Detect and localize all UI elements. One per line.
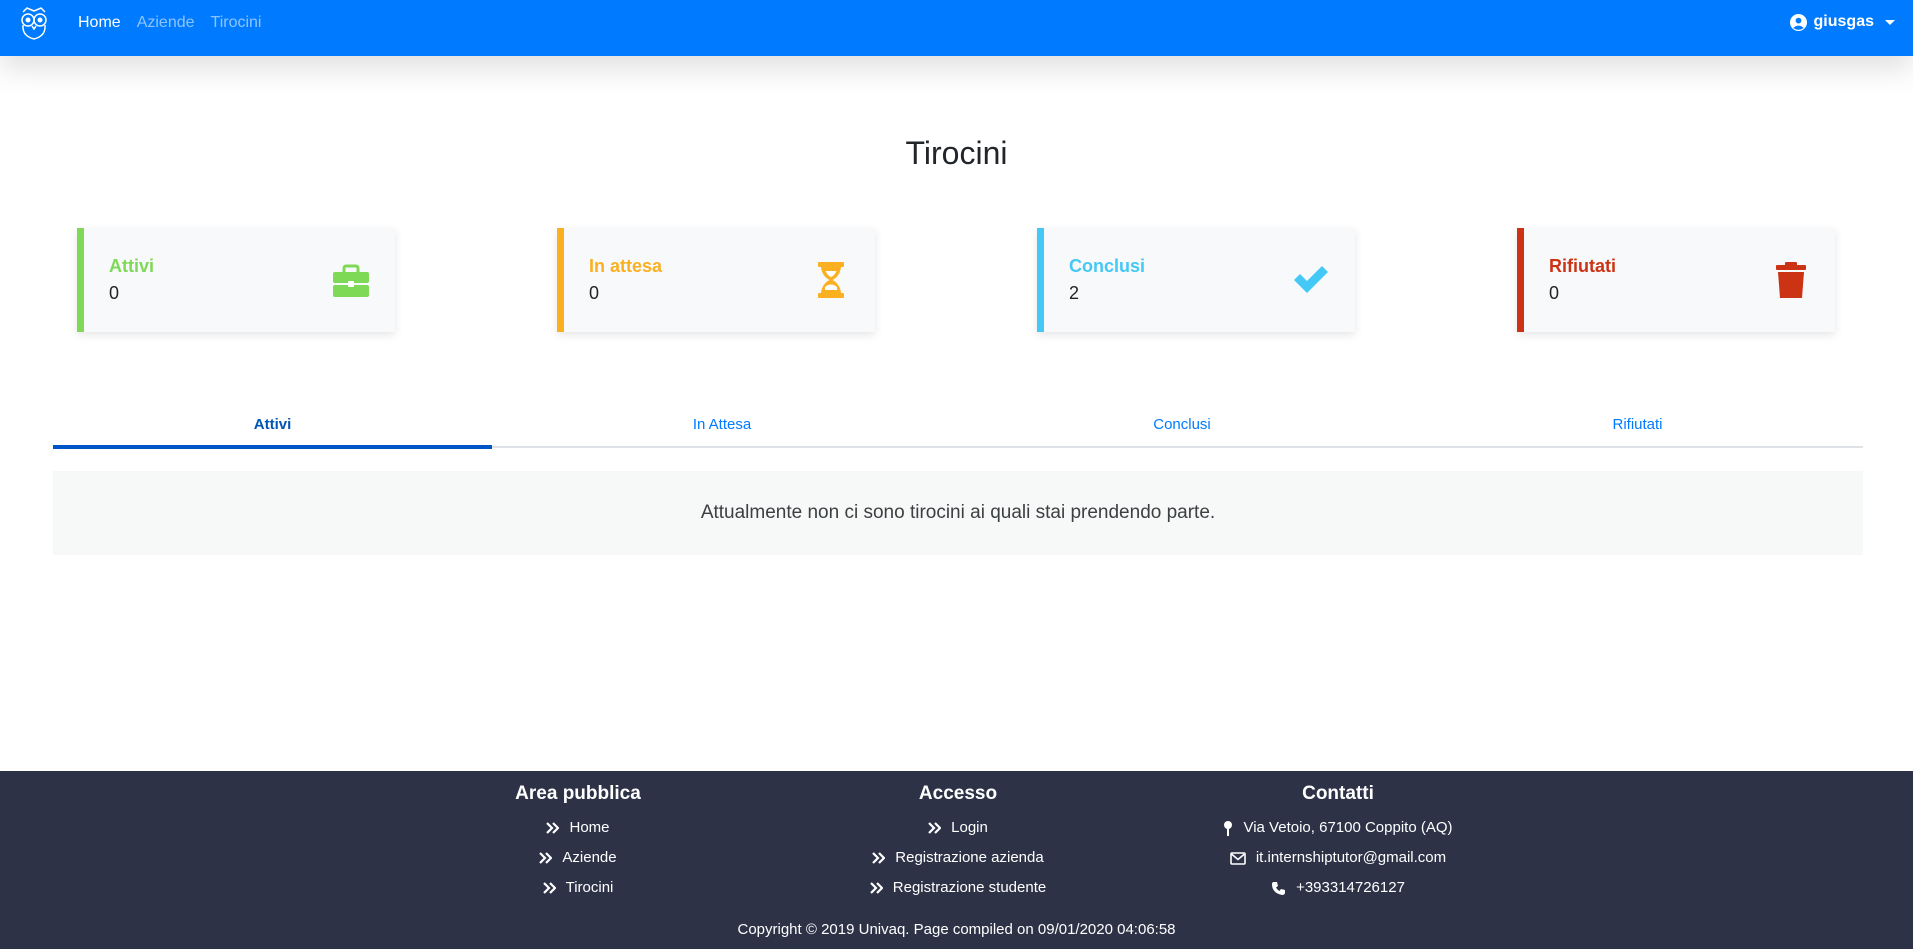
footer-address-text: Via Vetoio, 67100 Coppito (AQ) (1243, 819, 1453, 836)
footer: Area pubblica Home Aziende Tirocini Acce… (0, 771, 1913, 949)
user-circle-icon (1789, 13, 1807, 31)
nav-link-aziende[interactable]: Aziende (137, 14, 195, 32)
footer-link-label: Registrazione studente (892, 879, 1047, 896)
tab-in-attesa[interactable]: In Attesa (492, 410, 952, 446)
tab-rifiutati[interactable]: Rifiutati (1412, 410, 1863, 446)
double-chevron-right-icon (539, 852, 553, 864)
double-chevron-right-icon (546, 822, 560, 834)
stat-card-in-attesa: In attesa 0 (557, 228, 875, 332)
top-navbar: Home Aziende Tirocini giusgas (0, 0, 1913, 56)
stat-card-conclusi: Conclusi 2 (1037, 228, 1355, 332)
footer-heading: Accesso (918, 783, 998, 804)
username-label: giusgas (1813, 13, 1874, 30)
check-icon (1294, 266, 1328, 293)
phone-icon (1272, 881, 1286, 895)
tab-attivi[interactable]: Attivi (53, 410, 492, 449)
double-chevron-right-icon (872, 852, 886, 864)
footer-link-registrazione-azienda[interactable]: Registrazione azienda (778, 843, 1138, 873)
footer-phone[interactable]: +393314726127 (1158, 873, 1518, 903)
footer-accesso: Accesso Login Registrazione azienda Regi… (778, 783, 1138, 903)
footer-link-registrazione-studente[interactable]: Registrazione studente (778, 873, 1138, 903)
footer-link-label: Home (569, 819, 610, 836)
stat-card-count: 2 (1069, 283, 1080, 303)
footer-link-login[interactable]: Login (778, 813, 1138, 843)
footer-link-label: Aziende (562, 849, 617, 866)
footer-heading: Area pubblica (515, 783, 641, 804)
nav-link-tirocini[interactable]: Tirocini (211, 14, 262, 32)
briefcase-icon (333, 264, 369, 297)
footer-email-text: it.internshiptutor@gmail.com (1255, 849, 1447, 866)
footer-address: Via Vetoio, 67100 Coppito (AQ) (1158, 813, 1518, 843)
double-chevron-right-icon (542, 882, 556, 894)
hourglass-icon (818, 262, 844, 298)
footer-area-pubblica: Area pubblica Home Aziende Tirocini (398, 783, 758, 903)
envelope-icon (1230, 851, 1246, 865)
stat-card-label: Conclusi (1069, 256, 1146, 276)
footer-link-aziende[interactable]: Aziende (398, 843, 758, 873)
stat-card-attivi: Attivi 0 (77, 228, 395, 332)
footer-contatti: Contatti Via Vetoio, 67100 Coppito (AQ) … (1158, 783, 1518, 903)
double-chevron-right-icon (928, 822, 942, 834)
footer-email[interactable]: it.internshiptutor@gmail.com (1158, 843, 1518, 873)
double-chevron-right-icon (870, 882, 883, 894)
copyright-text: Copyright © 2019 Univaq. Page compiled o… (737, 921, 1176, 938)
stat-card-label: Attivi (109, 256, 154, 276)
nav-link-home[interactable]: Home (78, 14, 121, 32)
footer-phone-text: +393314726127 (1296, 879, 1405, 896)
footer-link-label: Login (951, 819, 988, 836)
trash-icon (1776, 262, 1806, 298)
footer-heading: Contatti (1302, 783, 1374, 804)
footer-link-home[interactable]: Home (398, 813, 758, 843)
chevron-down-icon (1885, 19, 1895, 25)
stat-card-count: 0 (589, 283, 600, 303)
empty-state-message: Attualmente non ci sono tirocini ai qual… (53, 471, 1863, 555)
internship-tabs: Attivi In Attesa Conclusi Rifiutati (53, 410, 1863, 449)
footer-link-label: Registrazione azienda (895, 849, 1044, 866)
map-pin-icon (1224, 821, 1233, 836)
stat-card-count: 0 (1549, 283, 1560, 303)
footer-link-label: Tirocini (565, 879, 614, 896)
user-menu-dropdown[interactable]: giusgas (1789, 13, 1895, 31)
stat-card-count: 0 (109, 283, 120, 303)
stat-card-rifiutati: Rifiutati 0 (1517, 228, 1835, 332)
owl-logo-icon[interactable] (18, 6, 50, 42)
page-title: Tirocini (905, 135, 1008, 171)
stat-card-label: Rifiutati (1549, 256, 1616, 276)
footer-link-tirocini[interactable]: Tirocini (398, 873, 758, 903)
tab-conclusi[interactable]: Conclusi (952, 410, 1412, 446)
stat-card-label: In attesa (589, 256, 663, 276)
